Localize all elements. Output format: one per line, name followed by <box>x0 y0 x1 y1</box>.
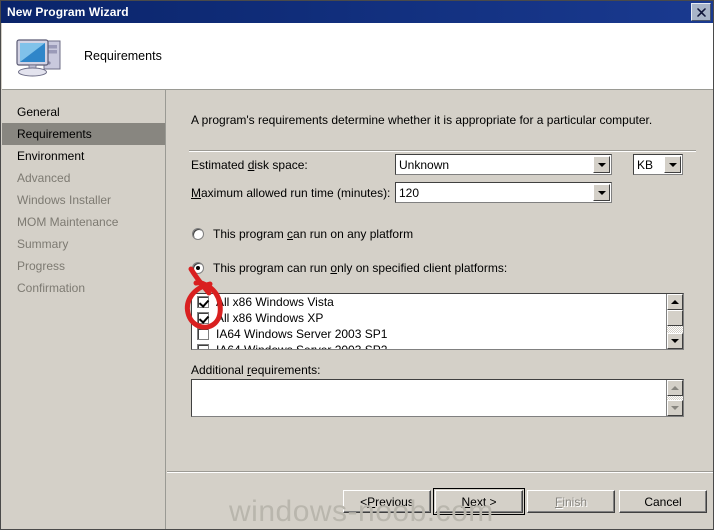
cancel-button[interactable]: Cancel <box>619 490 707 513</box>
scroll-up-glyph-additional <box>671 386 679 390</box>
additional-requirements-input[interactable] <box>191 379 684 417</box>
platform-label-ia64-sp1: IA64 Windows Server 2003 SP1 <box>216 327 388 341</box>
chevron-down-glyph-runtime <box>597 190 606 195</box>
radio-specified-platforms[interactable]: This program can run only on specified c… <box>192 261 507 275</box>
computer-icon-glyph <box>16 39 61 77</box>
scroll-down-glyph-additional <box>671 406 679 410</box>
page-title: Requirements <box>84 49 162 63</box>
chevron-down-glyph <box>597 162 606 167</box>
run-time-value: 120 <box>399 185 420 200</box>
sidebar-item-confirmation: Confirmation <box>17 281 86 295</box>
sidebar-item-general[interactable]: General <box>2 101 165 123</box>
platform-label-xp: All x86 Windows XP <box>216 311 324 325</box>
title-bar: New Program Wizard <box>1 1 713 23</box>
platform-checkbox-ia64-sp2[interactable] <box>197 344 209 349</box>
finish-button: Finish <box>527 490 615 513</box>
platform-checkbox-ia64-sp1[interactable] <box>197 328 209 340</box>
platform-listbox[interactable]: All x86 Windows Vista All x86 Windows XP… <box>191 293 684 350</box>
sidebar-item-mom-maintenance: MOM Maintenance <box>17 215 119 229</box>
chevron-down-glyph-unit <box>668 162 677 167</box>
sidebar-item-windows-installer: Windows Installer <box>17 193 112 207</box>
finish-accesskey: F <box>554 494 563 509</box>
platform-label-ia64-sp2: IA64 Windows Server 2003 SP2 <box>216 343 387 349</box>
radio-any-platform[interactable]: This program can run on any platform <box>192 227 413 241</box>
platform-label-vista: All x86 Windows Vista <box>216 295 334 309</box>
platform-list-rows: All x86 Windows Vista All x86 Windows XP… <box>192 294 666 349</box>
additional-requirements-value <box>192 380 666 416</box>
radio-specified-platforms-label: This program can run only on specified c… <box>213 261 508 275</box>
additional-requirements-label: Additional requirements: <box>191 363 321 377</box>
disk-space-combo[interactable]: Unknown <box>395 154 612 175</box>
intro-text: A program's requirements determine wheth… <box>191 113 653 127</box>
disk-space-label: Estimated disk space: <box>191 158 308 172</box>
new-program-wizard-window: New Program Wizard Requirements General … <box>0 0 714 530</box>
chevron-down-icon[interactable] <box>593 156 610 173</box>
scroll-down-icon[interactable] <box>667 333 683 349</box>
radio-specified-platforms-button[interactable] <box>192 262 204 274</box>
wizard-header: Requirements <box>2 23 713 90</box>
platform-checkbox-vista[interactable] <box>197 296 209 308</box>
run-time-label: Maximum allowed run time (minutes): <box>191 186 391 200</box>
scroll-up-icon[interactable] <box>667 294 683 310</box>
sidebar-item-progress: Progress <box>17 259 66 273</box>
sidebar-item-summary: Summary <box>17 237 69 251</box>
disk-space-value: Unknown <box>399 157 450 172</box>
computer-icon <box>12 32 66 80</box>
next-button[interactable]: Next > <box>433 488 525 515</box>
list-item[interactable]: All x86 Windows Vista <box>192 294 666 310</box>
chevron-down-icon-unit[interactable] <box>664 156 681 173</box>
disk-space-unit-combo[interactable]: KB <box>633 154 683 175</box>
window-title: New Program Wizard <box>7 5 129 19</box>
scroll-down-icon-additional[interactable] <box>667 400 683 416</box>
scroll-up-icon-additional[interactable] <box>667 380 683 396</box>
scroll-down-glyph <box>671 339 679 343</box>
sidebar-item-requirements[interactable]: Requirements <box>2 123 165 145</box>
scroll-up-glyph <box>671 300 679 304</box>
list-item[interactable]: IA64 Windows Server 2003 SP1 <box>192 326 666 342</box>
previous-button[interactable]: < Previous <box>343 490 431 513</box>
list-item[interactable]: All x86 Windows XP <box>192 310 666 326</box>
wizard-sidebar: General Requirements Environment Advance… <box>2 90 166 529</box>
close-icon[interactable] <box>691 3 711 21</box>
radio-any-platform-button[interactable] <box>192 228 204 240</box>
sidebar-item-environment[interactable]: Environment <box>2 145 165 167</box>
scrollbar-thumb[interactable] <box>667 310 683 326</box>
previous-accesskey: P <box>367 494 376 509</box>
wizard-content: A program's requirements determine wheth… <box>167 90 713 529</box>
sidebar-item-advanced: Advanced <box>17 171 71 185</box>
platform-checkbox-xp[interactable] <box>197 312 209 324</box>
platform-list-scrollbar[interactable] <box>666 294 683 349</box>
chevron-down-icon-runtime[interactable] <box>593 184 610 201</box>
next-accesskey: N <box>461 494 471 509</box>
run-time-accesskey: M <box>191 186 201 200</box>
scrollbar-track[interactable] <box>667 310 683 333</box>
radio-any-platform-label: This program can run on any platform <box>213 227 414 241</box>
close-glyph <box>696 7 706 17</box>
disk-space-unit-value: KB <box>637 157 654 172</box>
list-item[interactable]: IA64 Windows Server 2003 SP2 <box>192 342 666 349</box>
run-time-combo[interactable]: 120 <box>395 182 612 203</box>
additional-requirements-scrollbar[interactable] <box>666 380 683 416</box>
content-divider-top <box>189 150 696 152</box>
content-divider-bottom <box>167 471 713 473</box>
